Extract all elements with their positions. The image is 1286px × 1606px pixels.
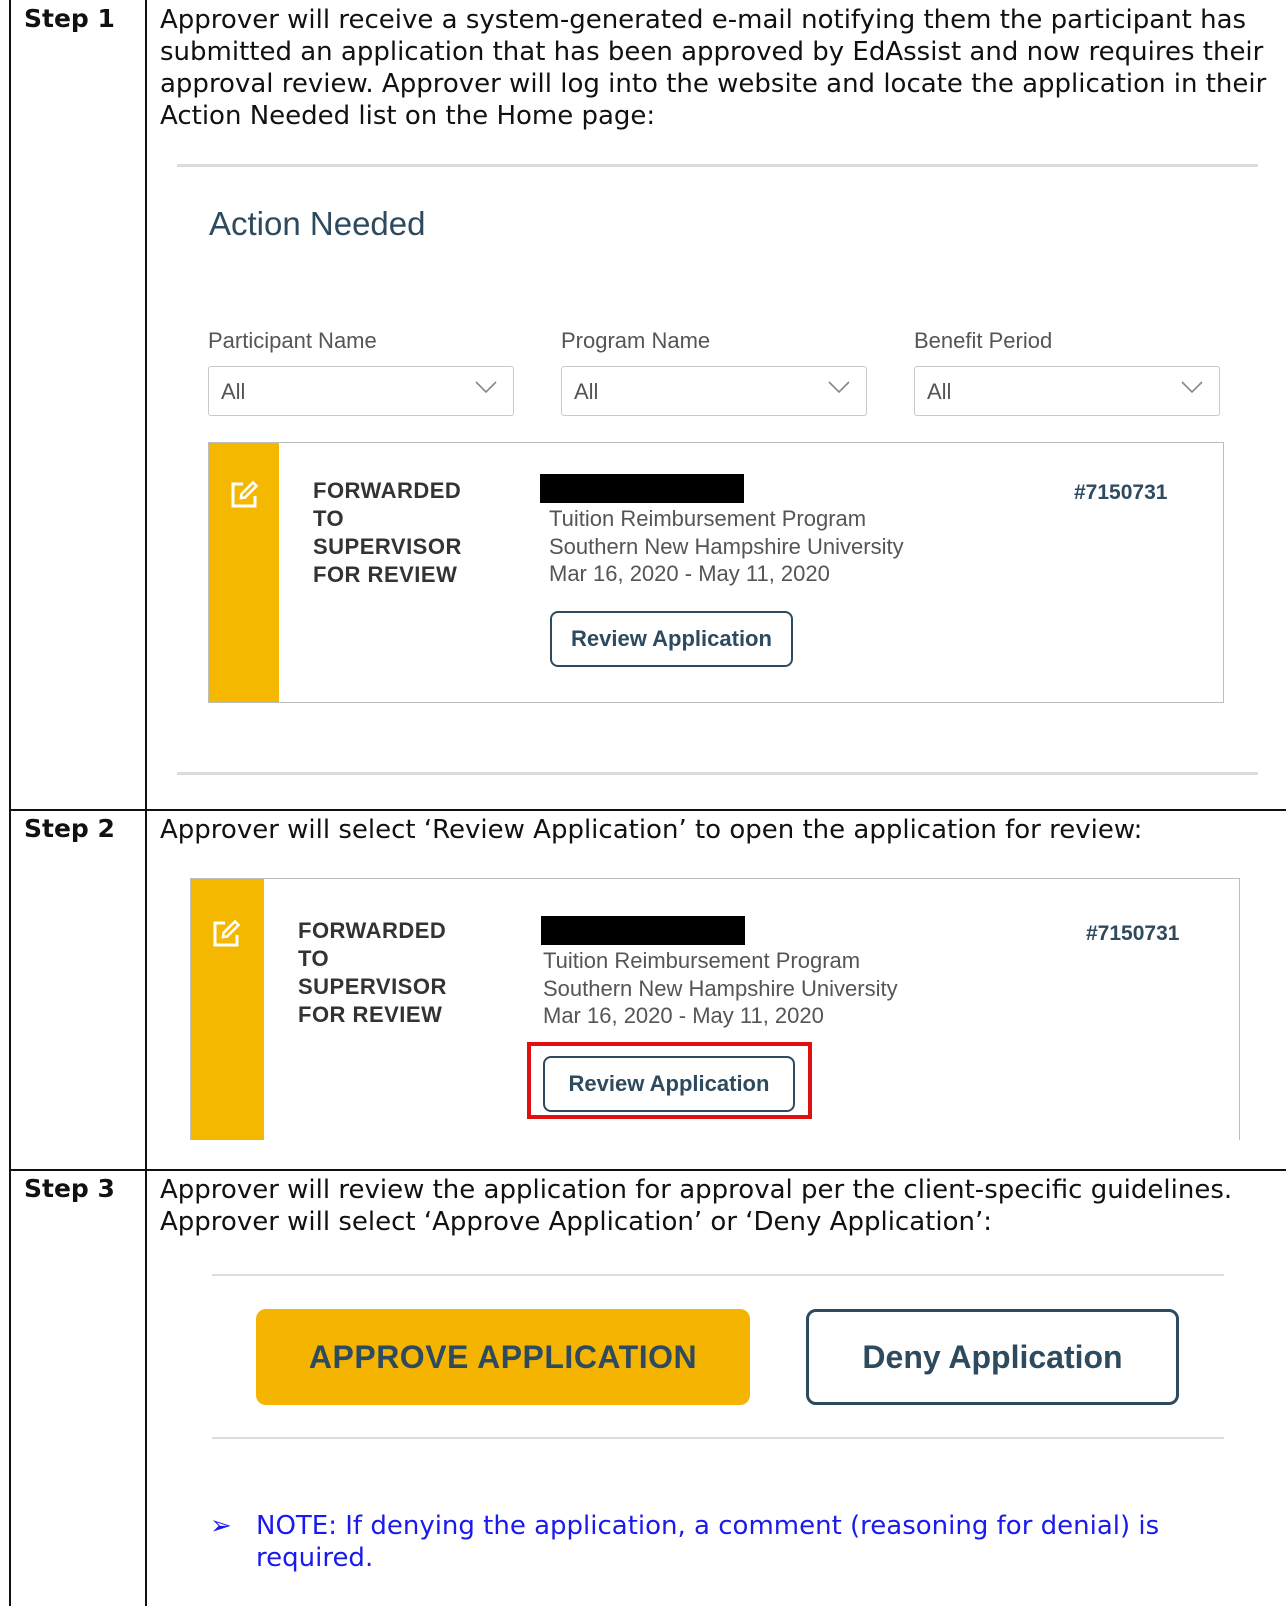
action-needed-title: Action Needed: [209, 205, 426, 242]
deny-application-button[interactable]: Deny Application: [806, 1309, 1179, 1405]
redacted-participant-name: [541, 916, 745, 945]
status-line: SUPERVISOR: [313, 534, 462, 559]
step-3-label: Step 3: [24, 1174, 115, 1203]
filter-benefit-label: Benefit Period: [914, 328, 1053, 353]
status-line: FORWARDED: [298, 918, 447, 943]
approve-application-button[interactable]: APPROVE APPLICATION: [256, 1309, 750, 1405]
step-2-label: Step 2: [24, 814, 115, 843]
application-details: Tuition Reimbursement Program Southern N…: [543, 947, 898, 1030]
status-line: FOR REVIEW: [298, 1002, 443, 1027]
status-label: FORWARDED TO SUPERVISOR FOR REVIEW: [298, 917, 447, 1029]
note-text: NOTE: If denying the application, a comm…: [256, 1511, 1160, 1573]
table-border-divider: [145, 0, 147, 1606]
section-rule-bottom: [177, 772, 1258, 775]
program-name-select[interactable]: All: [561, 366, 867, 416]
row-divider-1: [9, 809, 1286, 811]
chevron-down-icon: [475, 381, 497, 394]
program-name-value: All: [574, 379, 599, 404]
application-id: #7150731: [1074, 481, 1168, 504]
edit-icon: [213, 919, 241, 947]
application-id: #7150731: [1086, 922, 1180, 945]
status-line: TO: [313, 506, 345, 531]
decision-rule-bottom: [212, 1437, 1224, 1439]
step-1-text: Approver will receive a system-generated…: [160, 5, 1267, 131]
table-border-left: [9, 0, 11, 1606]
application-card: FORWARDED TO SUPERVISOR FOR REVIEW Tuiti…: [208, 442, 1224, 703]
participant-name-select[interactable]: All: [208, 366, 514, 416]
school-name: Southern New Hampshire University: [543, 975, 898, 1001]
filter-program-label: Program Name: [561, 328, 711, 353]
edit-icon: [231, 480, 259, 508]
arrow-bullet-icon: ➢: [210, 1511, 232, 1541]
redacted-participant-name: [540, 474, 744, 503]
chevron-down-icon: [1181, 381, 1203, 394]
school-name: Southern New Hampshire University: [549, 533, 904, 559]
step-3-text: Approver will review the application for…: [160, 1175, 1233, 1237]
status-line: FOR REVIEW: [313, 562, 458, 587]
instruction-table: Step 1 Approver will receive a system-ge…: [0, 0, 1286, 1606]
status-line: FORWARDED: [313, 478, 462, 503]
benefit-period-select[interactable]: All: [914, 366, 1220, 416]
section-rule-top: [177, 164, 1258, 167]
participant-name-value: All: [221, 379, 246, 404]
review-application-button[interactable]: Review Application: [550, 611, 793, 667]
row-divider-2: [9, 1169, 1286, 1171]
program-name: Tuition Reimbursement Program: [543, 948, 861, 973]
status-line: TO: [298, 946, 330, 971]
decision-rule-top: [212, 1274, 1224, 1276]
status-line: SUPERVISOR: [298, 974, 447, 999]
benefit-period-value: All: [927, 379, 952, 404]
review-application-button[interactable]: Review Application: [543, 1056, 795, 1112]
application-card-zoomed: FORWARDED TO SUPERVISOR FOR REVIEW Tuiti…: [190, 878, 1240, 1140]
filter-participant-label: Participant Name: [208, 328, 377, 353]
course-dates: Mar 16, 2020 - May 11, 2020: [549, 561, 830, 586]
program-name: Tuition Reimbursement Program: [549, 506, 867, 531]
application-details: Tuition Reimbursement Program Southern N…: [549, 505, 904, 588]
course-dates: Mar 16, 2020 - May 11, 2020: [543, 1003, 824, 1028]
chevron-down-icon: [828, 381, 850, 394]
status-label: FORWARDED TO SUPERVISOR FOR REVIEW: [313, 477, 462, 589]
step-2-text: Approver will select ‘Review Application…: [160, 815, 1143, 845]
step-1-label: Step 1: [24, 4, 115, 33]
